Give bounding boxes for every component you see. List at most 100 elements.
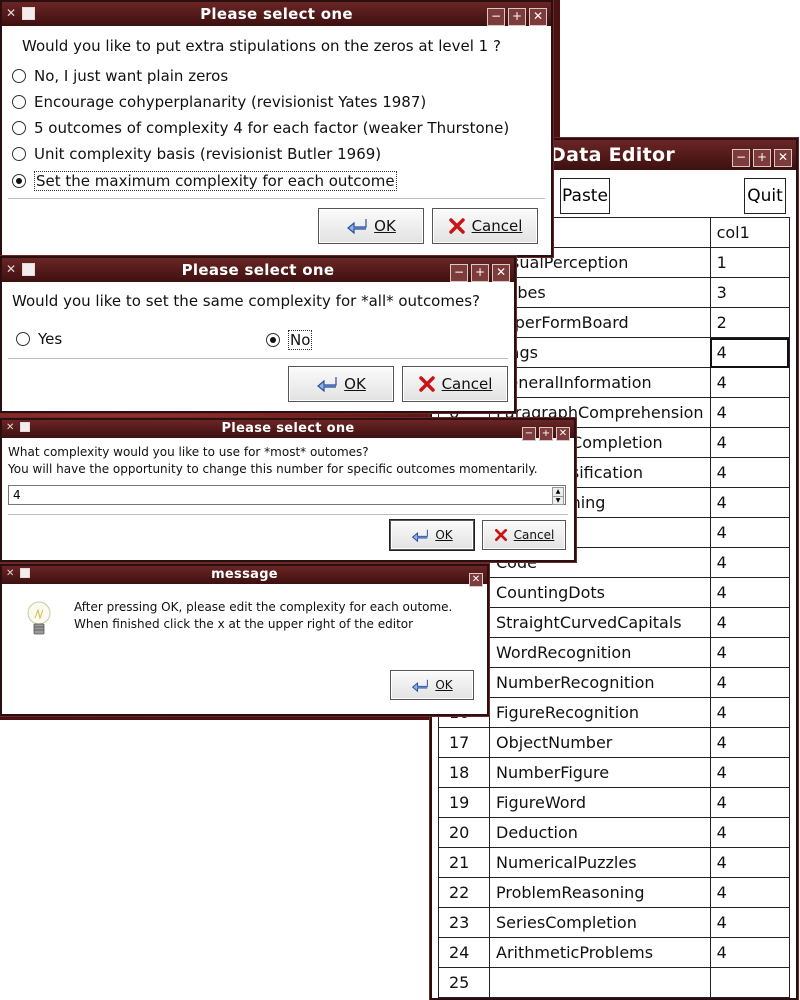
row-number-cell[interactable]: 22 (438, 877, 490, 908)
name-cell[interactable]: FigureWord (489, 787, 711, 818)
row-number-cell[interactable]: 20 (438, 817, 490, 848)
name-cell[interactable]: WordRecognition (489, 637, 711, 668)
value-cell[interactable]: 4 (709, 457, 790, 488)
table-row: 14WordRecognition4 (438, 637, 790, 668)
radio-circle-selected[interactable] (12, 174, 26, 188)
row-number-cell[interactable]: 24 (438, 937, 490, 968)
minimize-icon[interactable]: − (522, 427, 536, 441)
row-number-cell[interactable]: 17 (438, 727, 490, 758)
dialog3-titlebar[interactable]: ✕ Please select one − + ✕ (2, 420, 574, 441)
row-number-cell[interactable]: 19 (438, 787, 490, 818)
ok-button[interactable]: OK (390, 520, 474, 550)
name-cell[interactable]: NumberRecognition (489, 667, 711, 698)
radio-option-weaker-thurstone[interactable]: 5 outcomes of complexity 4 for each fact… (12, 119, 509, 137)
minimize-icon[interactable]: − (487, 8, 505, 26)
value-cell[interactable]: 4 (709, 727, 790, 758)
value-cell[interactable]: 4 (709, 487, 790, 518)
radio-circle[interactable] (12, 95, 26, 109)
close-icon[interactable]: ✕ (492, 264, 510, 282)
value-cell[interactable]: 2 (709, 307, 790, 338)
cancel-label: Cancel (471, 217, 523, 235)
row-number-cell[interactable]: 25 (438, 967, 490, 998)
radio-label: No, I just want plain zeros (34, 67, 229, 85)
radio-option-max-complexity[interactable]: Set the maximum complexity for each outc… (12, 171, 397, 191)
maximize-icon[interactable]: + (508, 8, 526, 26)
value-cell[interactable]: 4 (709, 517, 790, 548)
close-icon[interactable]: ✕ (529, 8, 547, 26)
value-cell[interactable]: 4 (709, 547, 790, 578)
radio-option-unit-complexity[interactable]: Unit complexity basis (revisionist Butle… (12, 145, 381, 163)
maximize-icon[interactable]: + (471, 264, 489, 282)
row-number-cell[interactable]: 23 (438, 907, 490, 938)
quit-button[interactable]: Quit (744, 178, 786, 214)
ok-arrow-icon (347, 219, 367, 235)
radio-option-plain-zeros[interactable]: No, I just want plain zeros (12, 67, 228, 85)
value-cell[interactable]: 4 (709, 787, 790, 818)
maximize-icon[interactable]: + (539, 427, 553, 441)
row-number-cell[interactable]: 21 (438, 847, 490, 878)
value-cell[interactable] (709, 967, 790, 998)
row-number-cell[interactable]: 18 (438, 757, 490, 788)
name-cell[interactable]: NumberFigure (489, 757, 711, 788)
name-cell[interactable]: ArithmeticProblems (489, 937, 711, 968)
minimize-icon[interactable]: − (732, 149, 750, 167)
close-icon[interactable]: ✕ (774, 149, 792, 167)
cancel-button[interactable]: Cancel (402, 366, 508, 402)
dialog1-titlebar[interactable]: ✕ Please select one − + ✕ (2, 2, 551, 26)
radio-yes[interactable]: Yes (16, 330, 62, 348)
ok-label: OK (435, 678, 453, 692)
radio-circle[interactable] (12, 147, 26, 161)
value-cell[interactable]: 4 (709, 667, 790, 698)
value-cell-selected[interactable]: 4 (709, 337, 790, 368)
message-titlebar[interactable]: ✕ message ✕ (2, 566, 487, 587)
radio-circle[interactable] (12, 69, 26, 83)
dialog2-titlebar[interactable]: ✕ Please select one − + ✕ (2, 258, 514, 282)
name-cell[interactable]: Deduction (489, 817, 711, 848)
value-cell[interactable]: 4 (709, 937, 790, 968)
ok-button[interactable]: OK (318, 208, 424, 244)
name-cell[interactable]: ObjectNumber (489, 727, 711, 758)
name-cell[interactable]: CountingDots (489, 577, 711, 608)
radio-option-cohyperplanarity[interactable]: Encourage cohyperplanarity (revisionist … (12, 93, 426, 111)
cancel-button[interactable]: Cancel (432, 208, 538, 244)
maximize-icon[interactable]: + (753, 149, 771, 167)
value-cell[interactable]: 4 (709, 757, 790, 788)
value-cell[interactable]: 4 (709, 577, 790, 608)
value-cell[interactable]: 3 (709, 277, 790, 308)
complexity-spin-input[interactable]: 4 ▲ ▼ (8, 485, 566, 505)
name-cell[interactable]: SeriesCompletion (489, 907, 711, 938)
value-cell[interactable]: 1 (709, 247, 790, 278)
name-cell[interactable]: NumericalPuzzles (489, 847, 711, 878)
value-cell[interactable]: 4 (709, 607, 790, 638)
value-cell[interactable]: 4 (709, 847, 790, 878)
name-cell[interactable] (489, 967, 711, 998)
value-cell[interactable]: 4 (709, 637, 790, 668)
name-cell[interactable]: StraightCurvedCapitals (489, 607, 711, 638)
radio-circle[interactable] (12, 121, 26, 135)
value-cell[interactable]: 4 (709, 817, 790, 848)
name-cell[interactable]: Flags (489, 337, 711, 368)
value-cell[interactable]: 4 (709, 397, 790, 428)
name-cell[interactable]: ProblemReasoning (489, 877, 711, 908)
spin-down-icon[interactable]: ▼ (552, 496, 564, 505)
ok-button[interactable]: OK (288, 366, 394, 402)
paste-button[interactable]: Paste (560, 178, 610, 214)
radio-circle-selected[interactable] (266, 333, 280, 347)
name-cell[interactable]: PaperFormBoard (489, 307, 711, 338)
value-cell[interactable]: 4 (709, 367, 790, 398)
value-cell[interactable]: 4 (709, 877, 790, 908)
name-cell[interactable]: GeneralInformation (489, 367, 711, 398)
column-header-col1[interactable]: col1 (709, 217, 790, 248)
close-icon[interactable]: ✕ (556, 427, 570, 441)
minimize-icon[interactable]: − (450, 264, 468, 282)
radio-no[interactable]: No (266, 330, 313, 350)
radio-circle[interactable] (16, 332, 30, 346)
name-cell[interactable]: Cubes (489, 277, 711, 308)
value-cell[interactable]: 4 (709, 907, 790, 938)
cancel-button[interactable]: Cancel (482, 520, 566, 550)
name-cell[interactable]: FigureRecognition (489, 697, 711, 728)
value-cell[interactable]: 4 (709, 697, 790, 728)
value-cell[interactable]: 4 (709, 427, 790, 458)
close-icon[interactable]: ✕ (469, 573, 483, 587)
ok-button[interactable]: OK (390, 670, 474, 700)
